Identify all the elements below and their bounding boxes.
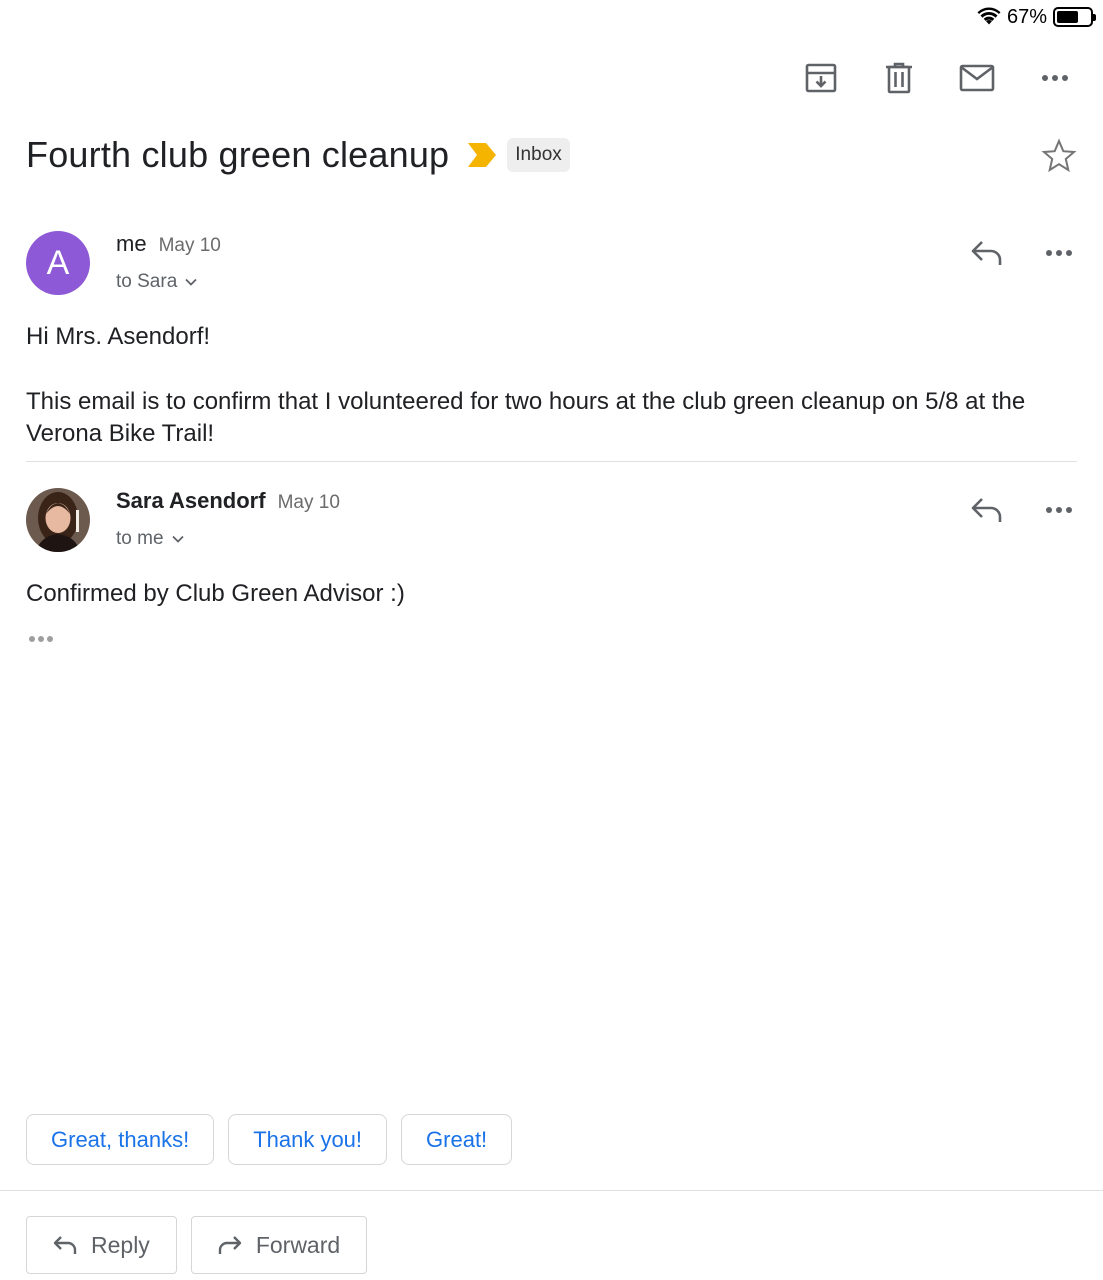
more-options-button[interactable] [1031,56,1079,100]
message-2: Sara Asendorf May 10 to me Confirmed by C… [26,488,1077,618]
message-actions [969,492,1077,528]
sender-name: Sara Asendorf [116,488,266,513]
archive-icon [805,63,837,93]
mark-unread-button[interactable] [953,56,1001,100]
battery-percent: 67% [1006,5,1047,28]
status-bar: 67% [977,4,1096,30]
reply-button[interactable] [969,235,1005,271]
important-marker-icon[interactable] [467,142,497,168]
message-date: May 10 [277,492,340,513]
forward-icon [218,1236,242,1254]
trash-icon [886,62,912,94]
reply-icon [971,498,1002,522]
sender-name: me [116,231,147,256]
reply-label: Reply [91,1231,150,1258]
chevron-down-icon [185,278,197,286]
reply-button[interactable] [969,492,1005,528]
divider [0,1190,1103,1191]
toolbar [797,56,1079,100]
battery-fill [1057,11,1079,23]
recipient-toggle[interactable]: to me [116,528,184,550]
recipient-text: to Sara [116,271,178,292]
message-1: A me May 10 to Sara Hi Mrs. Asendorf! Thi… [26,231,1077,451]
message-body-line: Hi Mrs. Asendorf! [26,323,211,350]
avatar-letter: A [46,243,70,282]
avatar[interactable] [26,488,90,552]
profile-photo [26,488,90,552]
compose-actions: Reply Forward [26,1216,368,1274]
reply-action-button[interactable]: Reply [26,1216,177,1274]
wifi-icon [977,7,1001,25]
archive-button[interactable] [797,56,845,100]
message-more-button[interactable] [1041,235,1077,271]
recipient-toggle[interactable]: to Sara [116,271,197,293]
more-icon [1046,250,1072,256]
delete-button[interactable] [875,56,923,100]
message-more-button[interactable] [1041,492,1077,528]
sender-line: me May 10 [116,231,221,257]
battery-icon [1053,7,1096,27]
subject-row: Fourth club green cleanup Inbox [26,130,1077,180]
email-subject: Fourth club green cleanup [26,134,450,175]
avatar[interactable]: A [26,231,90,295]
smart-reply-chip[interactable]: Great, thanks! [26,1114,215,1165]
message-body-line: This email is to confirm that I voluntee… [26,388,1026,447]
more-icon [1042,75,1068,81]
mark-unread-icon [959,64,995,92]
divider [26,461,1077,462]
chevron-down-icon [171,535,184,543]
show-trimmed-content-icon[interactable] [28,632,56,646]
message-actions [969,235,1077,271]
message-date: May 10 [158,235,221,256]
smart-reply-chip[interactable]: Thank you! [228,1114,388,1165]
recipient-text: to me [116,528,164,549]
reply-icon [971,241,1002,265]
reply-icon [53,1236,77,1254]
more-icon [1046,507,1072,513]
sender-line: Sara Asendorf May 10 [116,488,340,514]
message-body-line: Confirmed by Club Green Advisor :) [26,580,405,607]
label-chip-inbox[interactable]: Inbox [507,138,570,172]
smart-reply-chip[interactable]: Great! [401,1114,513,1165]
star-icon[interactable] [1041,138,1077,174]
forward-label: Forward [255,1231,341,1258]
forward-action-button[interactable]: Forward [190,1216,368,1274]
smart-reply-bar: Great, thanks! Thank you! Great! [26,1114,513,1165]
